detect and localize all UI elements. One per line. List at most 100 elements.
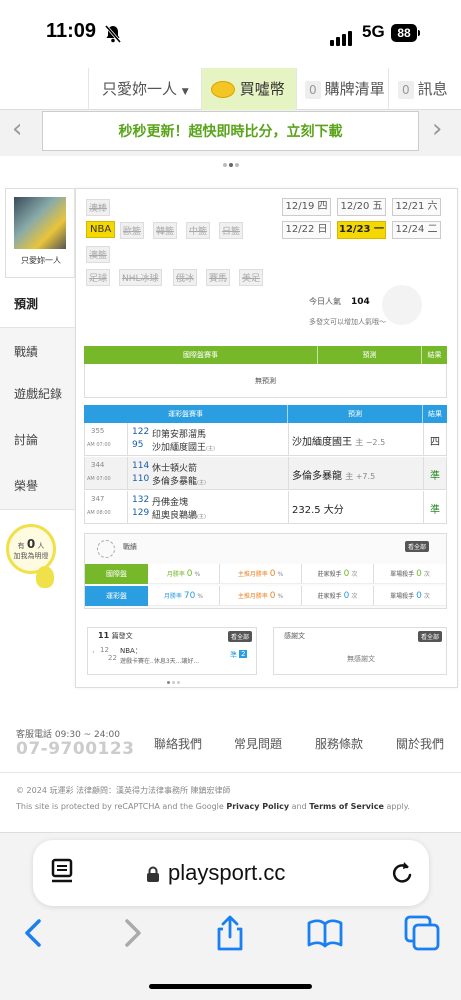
away-score: 122 [132,427,150,437]
profile-card[interactable]: 只愛妳一人 [5,188,75,278]
privacy-link[interactable]: Privacy Policy [226,802,289,811]
back-icon[interactable] [14,913,54,953]
cart-label: 購牌清單 [324,80,385,98]
network-type: 5G [362,22,385,41]
league-eu-basketball[interactable]: 歐籃 [120,222,145,239]
link-about[interactable]: 關於我們 [396,735,444,752]
bookmarks-icon[interactable] [305,913,345,953]
league-ru-hockey[interactable]: 俄冰 [173,269,198,286]
date-1223[interactable]: 12/23 一 [337,221,386,239]
bell-muted-icon [104,25,122,43]
posts-count: 11 [98,631,110,640]
promo-link[interactable]: 秒秒更新！超快即時比分，立刻下載 [42,111,419,151]
reload-icon[interactable] [389,859,415,887]
date-1221[interactable]: 12/21 六 [392,198,441,216]
league-au-baseball[interactable]: 澳棒 [86,199,111,216]
game-time: AM 07:00 [87,442,111,448]
game-id: 355 [91,427,105,435]
mascot-icon [382,285,422,325]
tab-discussion[interactable]: 討論 [0,416,75,464]
top-nav: 只愛妳一人 ▼ 買噓幣 0 購牌清單 0 訊息 [0,68,461,110]
tabs-icon[interactable] [402,913,442,953]
tab-game-log[interactable]: 遊戲紀錄 [0,370,75,418]
league-horse-racing[interactable]: 賽馬 [206,269,231,286]
fan-count: 0 [26,537,36,551]
away-team: 印第安那溜馬 [152,430,207,440]
thanks-box: 感謝文 看全部 無感謝文 [273,627,447,675]
record-house: 莊家殺手 0次 [302,586,374,606]
record-all-button[interactable]: 看全部 [405,541,430,552]
league-nba[interactable]: NBA [86,221,116,238]
home-team: 紐奧良鵜鶘(主) [152,511,206,521]
tab-predict[interactable]: 預測 [0,280,75,328]
avatar [14,197,66,249]
league-kr-basketball[interactable]: 韓籃 [153,222,178,239]
result: 準 [430,505,440,516]
tab-honor[interactable]: 榮譽 [0,462,75,510]
phone-number[interactable]: 07-9700123 [16,739,135,759]
record-single: 單場殺手 0次 [374,586,447,606]
home-team: 沙加緬度國王(主) [152,443,215,453]
record-win: 月勝率 70% [148,586,220,606]
copyright: © 2024 玩運彩 法律顧問：漢英得力法律事務所 陳鎮宏律師 [16,786,231,795]
home-score: 129 [132,508,150,518]
thanks-title: 感謝文 [284,632,305,640]
tab-record[interactable]: 戰績 [0,328,75,376]
signal-icon [330,27,354,46]
caret-down-icon: ▼ [181,87,189,97]
battery-tip [418,30,420,36]
result: 準 [430,471,440,482]
posts-prev-icon[interactable]: ‹ [92,648,95,656]
away-score: 132 [132,495,150,505]
home-indicator [149,984,312,989]
messages-button[interactable]: 0 訊息 [388,68,461,110]
share-icon[interactable] [210,913,250,953]
lightbulb-icon [36,566,54,588]
league-jp-basketball[interactable]: 日籃 [219,222,244,239]
forward-icon[interactable] [112,913,152,953]
posts-all-button[interactable]: 看全部 [228,631,253,642]
league-cn-basketball[interactable]: 中籃 [186,222,211,239]
prediction: 沙加緬度國王 主 −2.5 [292,437,386,448]
post-item[interactable]: NBA： 遊戲卡賽在..休息3天...讓好... [120,646,199,667]
reader-icon[interactable] [50,858,74,886]
thanks-all-button[interactable]: 看全部 [418,631,443,642]
away-team: 丹佛金塊 [152,498,189,508]
intl-empty: 無預測 [84,364,447,398]
messages-label: 訊息 [417,80,448,98]
league-au-basketball[interactable]: 澳籃 [86,246,111,263]
date-1220[interactable]: 12/20 五 [337,198,386,216]
terms-link[interactable]: Terms of Service [309,802,384,811]
chevron-right-icon[interactable]: › [432,114,442,144]
buy-coin-button[interactable]: 買噓幣 [201,68,296,110]
chevron-left-icon[interactable]: ‹ [12,114,22,144]
result: 四 [430,437,440,448]
link-contact[interactable]: 聯絡我們 [154,735,202,752]
record-main: 主推月勝率 0% [220,586,302,606]
league-us-football[interactable]: 美足 [239,269,264,286]
popularity: 今日人氣 104 [309,297,370,307]
posts-title: 11 篇發文 [98,631,133,640]
cart-button[interactable]: 0 購牌清單 [296,68,388,110]
home-score: 110 [132,474,150,484]
user-menu-dropdown[interactable]: 只愛妳一人 ▼ [88,68,201,110]
record-title: 戰績 [123,543,137,551]
away-team: 休士頓火箭 [152,464,198,474]
post-tag-num: 2 [239,650,248,658]
table-row[interactable]: 355 AM 07:00 122 印第安那溜馬 95 沙加緬度國王(主) 沙加緬度國王 主 … [84,423,447,456]
date-1219[interactable]: 12/19 四 [282,198,331,216]
link-terms[interactable]: 服務條款 [315,735,363,752]
date-1224[interactable]: 12/24 二 [392,221,441,239]
table-row[interactable]: 347 AM 08:00 132 丹佛金塊 129 紐奧良鵜鶘(主) 232.5 大分 準 [84,491,447,524]
lottery-table-header: 運彩盤賽事 預測 結果 [84,405,447,423]
footer-divider [0,772,461,773]
link-faq[interactable]: 常見問題 [234,735,282,752]
game-time: AM 08:00 [87,510,111,516]
date-1222[interactable]: 12/22 日 [282,221,331,239]
table-row[interactable]: 344 AM 07:00 114 休士頓火箭 110 多倫多暴龍(主) 多倫多暴龍 主 +7… [84,457,447,490]
game-id: 344 [91,461,105,469]
post-date: 12 22 [100,646,117,662]
league-soccer[interactable]: 足球 [86,269,111,286]
record-main: 主推月勝率 0% [220,564,302,584]
league-nhl[interactable]: NHL冰球 [119,269,162,286]
